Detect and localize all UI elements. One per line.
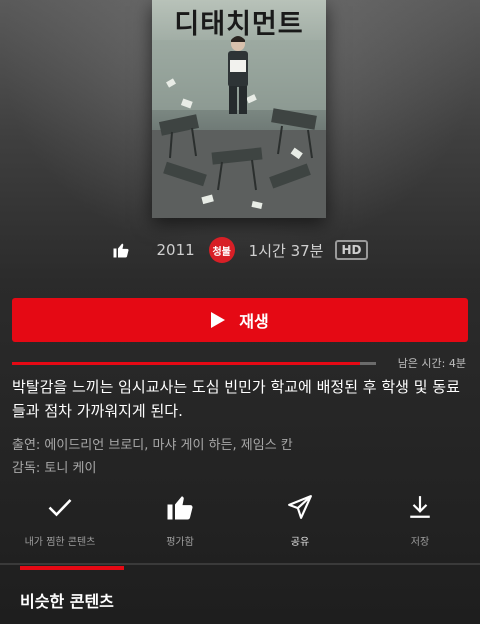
my-list-button[interactable]: 내가 찜한 콘텐츠 (0, 490, 120, 560)
download-icon (407, 490, 433, 524)
checkmark-icon (46, 490, 74, 524)
hd-badge: HD (335, 240, 368, 260)
section-divider (0, 563, 480, 565)
my-list-label: 내가 찜한 콘텐츠 (24, 537, 96, 548)
action-row: 내가 찜한 콘텐츠 평가함 공유 저장 (0, 490, 480, 560)
watch-progress-bar (12, 362, 376, 365)
release-year: 2011 (156, 241, 195, 259)
play-button-label: 재생 (239, 312, 269, 331)
share-label: 공유 (290, 537, 310, 548)
runtime: 1시간 37분 (248, 241, 324, 260)
tab-similar-content[interactable]: 비슷한 콘텐츠 (20, 588, 114, 612)
watch-progress-fill (12, 362, 360, 365)
share-icon (287, 490, 313, 524)
age-rating-badge: 청불 (208, 237, 235, 263)
play-button[interactable]: 재생 (12, 298, 468, 342)
remaining-time: 남은 시간: 4분 (397, 357, 466, 370)
play-icon (211, 312, 226, 328)
poster-title: 디태치먼트 (174, 9, 304, 40)
rate-button[interactable]: 평가함 (120, 490, 240, 560)
download-button[interactable]: 저장 (360, 490, 480, 560)
synopsis: 박탈감을 느끼는 임시교사는 도심 빈민가 학교에 배정된 후 학생 및 동료들… (12, 378, 460, 420)
thumbs-up-icon (165, 490, 195, 524)
rate-label: 평가함 (166, 537, 194, 548)
thumbs-up-icon (112, 241, 130, 259)
share-button[interactable]: 공유 (240, 490, 360, 560)
meta-row: 2011 청불 1시간 37분 HD (0, 236, 480, 264)
director-credits: 감독: 토니 케이 (12, 461, 97, 476)
download-label: 저장 (410, 537, 430, 548)
movie-poster[interactable]: 디태치먼트 (152, 0, 326, 218)
cast-credits: 출연: 에이드리언 브로디, 마샤 게이 하든, 제임스 칸 (12, 438, 293, 453)
active-tab-indicator (20, 566, 124, 570)
